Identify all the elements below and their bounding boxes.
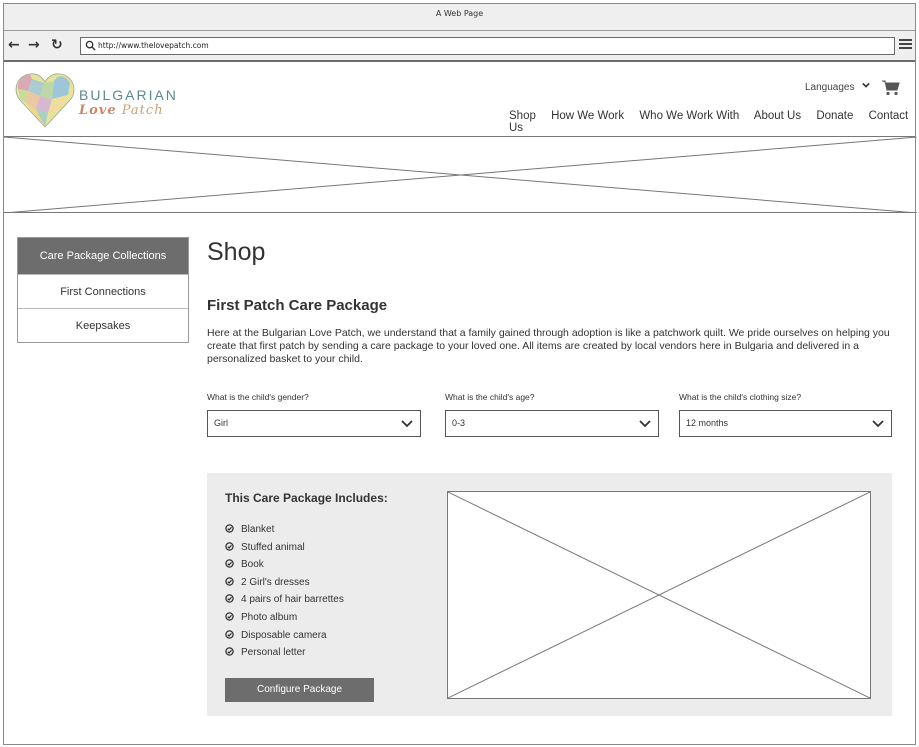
chevron-down-icon — [639, 420, 651, 428]
nav-about-us[interactable]: About Us — [754, 110, 801, 122]
check-circle-icon — [225, 577, 234, 586]
package-includes-title: This Care Package Includes: — [225, 491, 388, 505]
nav-who-we-work-with[interactable]: Who We Work With — [639, 110, 739, 122]
list-item: Photo album — [225, 609, 344, 627]
browser-toolbar: ← → ↻ http://www.thelovepatch.com — [4, 31, 915, 62]
care-package-panel: This Care Package Includes: Blanket Stuf… — [207, 473, 892, 716]
gender-value: Girl — [214, 418, 228, 428]
chevron-down-icon — [862, 82, 871, 88]
clothing-size-value: 12 months — [686, 418, 729, 428]
shopping-cart-icon[interactable] — [882, 80, 900, 96]
item-label: 4 pairs of hair barrettes — [241, 594, 344, 606]
section-title: First Patch Care Package — [207, 297, 388, 314]
search-icon — [85, 40, 96, 51]
nav-donate[interactable]: Donate — [816, 110, 853, 122]
check-circle-icon — [225, 647, 234, 656]
languages-label: Languages — [805, 82, 855, 93]
item-label: 2 Girl's dresses — [241, 576, 310, 588]
gender-select[interactable]: Girl — [207, 410, 421, 437]
check-circle-icon — [225, 594, 234, 604]
chevron-down-icon — [401, 420, 413, 428]
check-circle-icon — [225, 559, 234, 568]
clothing-size-select[interactable]: 12 months — [679, 410, 892, 437]
check-circle-icon — [225, 629, 234, 639]
site-header: BULGARIAN Love Patch Languages Shop How … — [4, 62, 915, 137]
list-item: Book — [225, 556, 344, 574]
sidebar-item-first-connections[interactable]: First Connections — [18, 274, 188, 308]
list-item: 2 Girl's dresses — [225, 574, 344, 592]
arrow-right-icon[interactable]: → — [28, 37, 40, 53]
package-items-list: Blanket Stuffed animal Book 2 Girl's dre… — [225, 521, 344, 662]
item-label: Disposable camera — [241, 629, 327, 641]
hamburger-menu-icon[interactable] — [899, 39, 912, 52]
nav-how-we-work[interactable]: How We Work — [551, 110, 624, 122]
item-label: Blanket — [241, 524, 275, 535]
reload-icon[interactable]: ↻ — [51, 37, 63, 53]
age-value: 0-3 — [452, 418, 466, 428]
item-label: Stuffed animal — [241, 541, 305, 553]
sidebar-item-care-package-collections[interactable]: Care Package Collections — [18, 238, 188, 274]
gender-label: What is the child's gender? — [207, 392, 309, 402]
category-sidebar: Care Package Collections First Connectio… — [17, 237, 189, 343]
languages-dropdown[interactable]: Languages — [805, 81, 871, 93]
list-item: Personal letter — [225, 644, 344, 662]
heart-patchwork-logo[interactable] — [14, 69, 76, 129]
item-label: Personal letter — [241, 647, 306, 659]
logo-patch: Patch — [116, 103, 164, 118]
address-bar[interactable]: http://www.thelovepatch.com — [80, 37, 895, 55]
sidebar-item-keepsakes[interactable]: Keepsakes — [18, 308, 188, 342]
arrow-left-icon[interactable]: ← — [8, 37, 20, 53]
check-circle-icon — [225, 612, 234, 621]
configure-package-button[interactable]: Configure Package — [225, 678, 374, 702]
list-item: Stuffed animal — [225, 539, 344, 557]
url-text: http://www.thelovepatch.com — [98, 41, 209, 50]
list-item: Blanket — [225, 521, 344, 539]
list-item: Disposable camera — [225, 627, 344, 645]
package-image-placeholder — [447, 491, 871, 699]
check-circle-icon — [225, 524, 234, 533]
item-label: Book — [241, 559, 264, 571]
nav-shop[interactable]: Shop — [509, 110, 536, 122]
main-navigation: Shop How We Work Who We Work With About … — [509, 110, 915, 134]
check-circle-icon — [225, 541, 234, 551]
intro-paragraph: Here at the Bulgarian Love Patch, we und… — [207, 327, 890, 365]
chevron-down-icon — [872, 420, 884, 428]
page-title: Shop — [207, 238, 266, 266]
item-label: Photo album — [241, 611, 298, 623]
clothing-size-label: What is the child's clothing size? — [679, 392, 802, 402]
browser-window: A Web Page ← → ↻ http://www.thelovepatch… — [3, 3, 917, 745]
hero-image-placeholder — [4, 137, 917, 213]
age-label: What is the child's age? — [445, 392, 535, 402]
logo-wordmark-line1: BULGARIAN — [79, 87, 178, 103]
window-title: A Web Page — [4, 4, 915, 31]
age-select[interactable]: 0-3 — [445, 410, 659, 437]
list-item: 4 pairs of hair barrettes — [225, 591, 344, 609]
logo-love: Love — [79, 103, 117, 118]
logo-wordmark-line2: Love Patch — [79, 103, 164, 118]
